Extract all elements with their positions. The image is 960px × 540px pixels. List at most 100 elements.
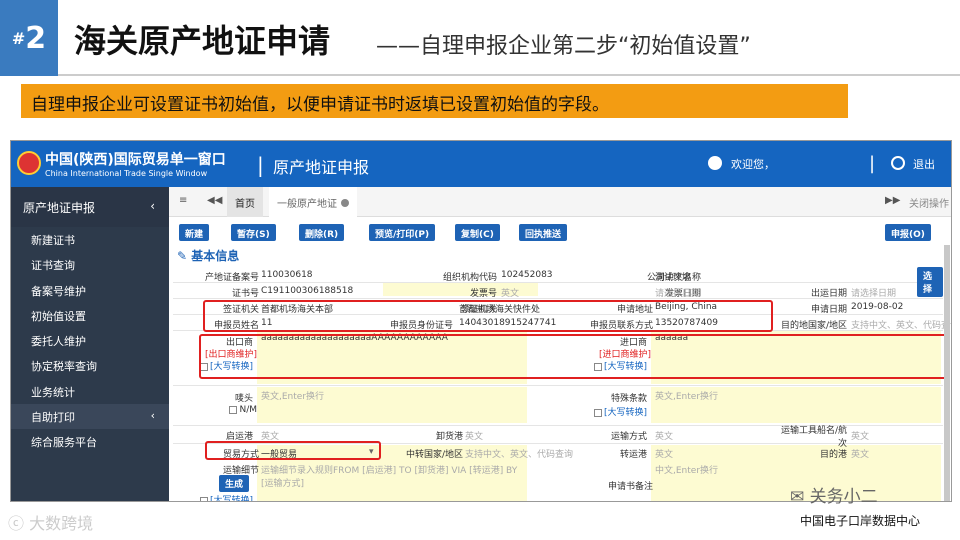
push-receipt-button[interactable]: 回执推送	[519, 224, 568, 241]
dest-field[interactable]: 支持中文、英文、代码查询	[851, 318, 951, 331]
highlight-box-trade	[205, 441, 381, 460]
transit-country-field[interactable]: 支持中文、英文、代码查询	[465, 447, 573, 460]
copy-button[interactable]: 复制(C)	[455, 224, 500, 241]
apply-date-label: 申请日期	[810, 305, 847, 315]
backward-icon[interactable]: ◀◀	[207, 195, 222, 206]
uppercase-checkbox[interactable]	[593, 408, 602, 417]
declare-button[interactable]: 申报(O)	[885, 224, 931, 241]
cert-no-value[interactable]: C191100306188518	[261, 286, 353, 296]
forward-icon[interactable]: ▶▶	[885, 195, 900, 206]
remark-field[interactable]: 中文,Enter换行	[655, 463, 718, 476]
ship-date-field[interactable]: 请选择日期	[851, 286, 896, 299]
edit-icon: ✎	[177, 249, 192, 263]
transit-port-label: 转运港	[619, 450, 647, 460]
power-icon[interactable]	[891, 156, 905, 170]
sidebar-item-self-print[interactable]: 自助打印 ‹	[11, 404, 169, 430]
watermark-left: ⓒ 大数跨境	[8, 514, 94, 533]
mark-field[interactable]: 英文,Enter换行	[261, 389, 324, 402]
invoice-no-label: 发票号	[469, 289, 497, 299]
sidebar-item-new-cert[interactable]: 新建证书	[11, 227, 169, 252]
sidebar-item-initial-values[interactable]: 初始值设置	[11, 303, 169, 328]
header-separator: |	[257, 153, 264, 177]
highlight-box-visa	[203, 300, 773, 332]
dest-label: 目的地国家/地区	[780, 321, 847, 331]
slide-title: 海关原产地证申请	[74, 22, 331, 60]
special-label: 特殊条款	[610, 394, 647, 404]
logout-link[interactable]: 退出	[913, 156, 935, 172]
module-title: 原产地证申报	[273, 158, 370, 177]
transit-port-field[interactable]: 英文	[655, 447, 673, 460]
highlight-box-parties	[199, 334, 949, 379]
brand-name: 中国(陕西)国际贸易单一窗口	[45, 152, 226, 168]
dest-port-field[interactable]: 英文	[851, 447, 869, 460]
tab-general-coo[interactable]: 一般原产地证	[269, 187, 357, 217]
unload-port-label: 卸货港	[435, 432, 463, 442]
sidebar-item-service-platform[interactable]: 综合服务平台	[11, 429, 169, 454]
mark-label: 唛头	[234, 394, 253, 404]
invoice-date-field[interactable]: 请选择日期	[655, 286, 700, 299]
preview-print-button[interactable]: 预览/打印(P)	[369, 224, 436, 241]
watermark-right: ✉ 关务小二	[790, 487, 878, 507]
save-button[interactable]: 暂存(S)	[231, 224, 276, 241]
header-separator-2: |	[869, 153, 876, 174]
uppercase-checkbox[interactable]	[199, 496, 208, 501]
sidebar-item-statistics[interactable]: 业务统计	[11, 379, 169, 404]
route-uppercase-link[interactable]: [大写转换]	[199, 493, 253, 501]
remark-label: 申请书备注	[607, 482, 653, 492]
slide-subtitle: ——自理申报企业第二步“初始值设置”	[376, 34, 751, 59]
section-title: ✎ 基本信息	[177, 249, 240, 263]
brand-name-en: China International Trade Single Window	[45, 169, 208, 178]
dest-port-label: 目的港	[819, 450, 847, 460]
generate-button[interactable]: 生成	[219, 475, 250, 492]
info-banner: 自理申报企业可设置证书初始值，以便申请证书时返填已设置初始值的字段。	[21, 84, 848, 118]
unload-port-field[interactable]: 英文	[465, 429, 483, 442]
sidebar-item-cert-query[interactable]: 证书查询	[11, 252, 169, 277]
ship-date-label: 出运日期	[810, 289, 847, 299]
sidebar: 原产地证申报 ‹ 新建证书 证书查询 备案号维护 初始值设置 委托人维护 协定税率…	[11, 187, 169, 501]
slide-number-badge: #2	[0, 0, 58, 76]
divider	[58, 74, 960, 76]
emblem-icon	[17, 151, 41, 175]
wechat-icon: ✉	[790, 487, 810, 507]
special-uppercase-link[interactable]: [大写转换]	[593, 405, 647, 418]
welcome-text: 欢迎您，	[731, 158, 775, 171]
select-button[interactable]: 选择	[917, 267, 943, 297]
app-screenshot: 中国(陕西)国际贸易单一窗口 China International Trade…	[10, 140, 952, 502]
sidebar-item-filing-maint[interactable]: 备案号维护	[11, 278, 169, 303]
na-checkbox[interactable]: N/M	[229, 405, 257, 415]
chevron-left-icon: ‹	[150, 199, 155, 213]
user-icon	[708, 156, 722, 170]
org-code-value[interactable]: 102452083	[501, 270, 553, 280]
filing-no-label: 产地证备案号	[204, 273, 259, 283]
logo-icon: ⓒ	[8, 514, 30, 533]
transport-field[interactable]: 英文	[655, 429, 673, 442]
app-header: 中国(陕西)国际贸易单一窗口 China International Trade…	[11, 141, 951, 187]
route-field[interactable]: 运输细节录入规则FROM [启运港] TO [卸货港] VIA [转运港] BY…	[261, 463, 527, 489]
sidebar-item-client-maint[interactable]: 委托人维护	[11, 328, 169, 353]
new-button[interactable]: 新建	[179, 224, 210, 241]
scrollbar[interactable]	[944, 245, 950, 501]
invoice-no-field[interactable]: 英文	[501, 286, 519, 299]
sidebar-item-tariff-query[interactable]: 协定税率查询	[11, 353, 169, 378]
chevron-left-icon: ‹	[150, 409, 155, 423]
apply-date-value[interactable]: 2019-08-02	[851, 302, 903, 312]
vessel-field[interactable]: 英文	[851, 429, 869, 442]
transit-country-label: 中转国家/地区	[405, 450, 463, 460]
special-field[interactable]: 英文,Enter换行	[655, 389, 718, 402]
tab-bar: ≡ ◀◀ 首页 一般原产地证 ▶▶ 关闭操作	[169, 187, 951, 217]
transport-label: 运输方式	[610, 432, 647, 442]
watermark-org: 中国电子口岸数据中心	[800, 514, 921, 528]
close-operations-dropdown[interactable]: 关闭操作	[909, 195, 949, 210]
company-value[interactable]: 测试环境	[655, 270, 691, 283]
vessel-label: 运输工具船名/航次	[780, 426, 847, 449]
org-code-label: 组织机构代码	[442, 273, 497, 283]
tab-home[interactable]: 首页	[227, 187, 263, 217]
na-checkbox-box[interactable]	[229, 405, 238, 414]
filing-no-value[interactable]: 110030618	[261, 270, 313, 280]
cert-no-label: 证书号	[231, 289, 259, 299]
delete-button[interactable]: 删除(R)	[299, 224, 345, 241]
menu-icon[interactable]: ≡	[179, 195, 187, 206]
sidebar-header[interactable]: 原产地证申报 ‹	[11, 187, 169, 227]
close-icon[interactable]	[341, 199, 349, 207]
toolbar: 新建 暂存(S) 删除(R) 预览/打印(P) 复制(C) 回执推送 申报(O)	[169, 217, 951, 245]
